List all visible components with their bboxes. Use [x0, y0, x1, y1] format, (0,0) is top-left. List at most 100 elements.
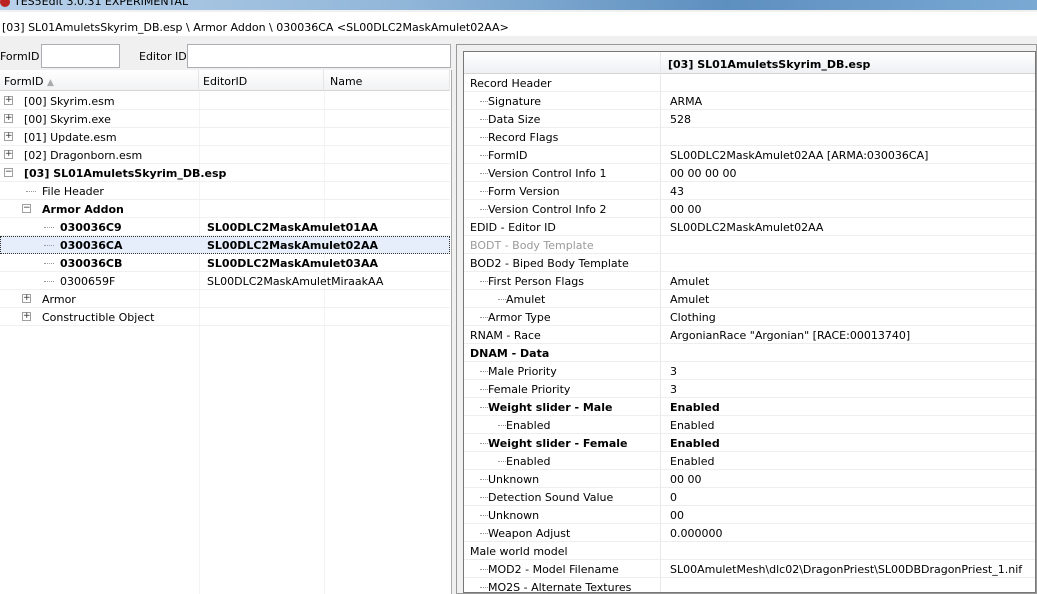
record-row[interactable]: Form Version 43: [464, 182, 1035, 200]
record-row[interactable]: Detection Sound Value 0: [464, 488, 1035, 506]
tree-line: [480, 569, 488, 570]
column-header-editorid[interactable]: EditorID: [199, 70, 324, 91]
record-field-name: Form Version: [488, 185, 560, 198]
record-row[interactable]: Weapon Adjust 0.000000: [464, 524, 1035, 542]
record-row[interactable]: Enabled Enabled: [464, 416, 1035, 434]
tree-line: [480, 389, 488, 390]
formid-filter-label: FormID: [0, 50, 40, 63]
expand-icon[interactable]: +: [4, 114, 13, 123]
collapse-icon[interactable]: −: [22, 204, 31, 213]
record-row[interactable]: Enabled Enabled: [464, 452, 1035, 470]
tree-row[interactable]: − Armor Addon: [0, 200, 450, 218]
tree-row-formid: [03] SL01AmuletsSkyrim_DB.esp: [24, 167, 227, 180]
record-row[interactable]: Record Flags: [464, 128, 1035, 146]
record-row[interactable]: Weight slider - Female Enabled: [464, 434, 1035, 452]
tree-row[interactable]: + [00] Skyrim.esm: [0, 92, 450, 110]
record-row[interactable]: RNAM - Race ArgonianRace "Argonian" [RACE…: [464, 326, 1035, 344]
tree-row[interactable]: 0300659F SL00DLC2MaskAmuletMiraakAA: [0, 272, 450, 290]
record-field-value[interactable]: 00 00: [670, 203, 702, 216]
record-field-value[interactable]: Clothing: [670, 311, 716, 324]
record-field-value[interactable]: ArgonianRace "Argonian" [RACE:00013740]: [670, 329, 910, 342]
expand-icon[interactable]: +: [22, 312, 31, 321]
expand-icon[interactable]: +: [4, 150, 13, 159]
record-field-name: First Person Flags: [488, 275, 584, 288]
column-header-name[interactable]: Name: [324, 70, 450, 91]
record-field-value[interactable]: 00 00 00 00: [670, 167, 736, 180]
tree-row[interactable]: + [02] Dragonborn.esm: [0, 146, 450, 164]
formid-filter-input[interactable]: [41, 44, 120, 68]
record-row[interactable]: Record Header: [464, 74, 1035, 92]
record-row[interactable]: FormID SL00DLC2MaskAmulet02AA [ARMA:03003…: [464, 146, 1035, 164]
tree-row[interactable]: + Constructible Object: [0, 308, 450, 326]
column-header-formid[interactable]: FormID ▲: [0, 70, 199, 91]
tree-line: [480, 281, 488, 282]
tree-row[interactable]: 030036C9 SL00DLC2MaskAmulet01AA: [0, 218, 450, 236]
record-view[interactable]: [03] SL01AmuletsSkyrim_DB.esp Record Hea…: [463, 51, 1036, 593]
record-row[interactable]: Version Control Info 2 00 00: [464, 200, 1035, 218]
tree-line: [480, 317, 488, 318]
expand-icon[interactable]: +: [4, 132, 13, 141]
record-field-name: Unknown: [488, 509, 540, 522]
record-field-value[interactable]: Enabled: [670, 455, 714, 468]
record-field-value[interactable]: Amulet: [670, 275, 709, 288]
tree-row[interactable]: File Header: [0, 182, 450, 200]
record-row[interactable]: Armor Type Clothing: [464, 308, 1035, 326]
record-field-name: MO2S - Alternate Textures: [488, 581, 632, 593]
record-field-value[interactable]: 3: [670, 383, 677, 396]
record-row[interactable]: BODT - Body Template: [464, 236, 1035, 254]
record-row[interactable]: BOD2 - Biped Body Template: [464, 254, 1035, 272]
tree-row[interactable]: + Armor: [0, 290, 450, 308]
record-row[interactable]: EDID - Editor ID SL00DLC2MaskAmulet02AA: [464, 218, 1035, 236]
expand-icon[interactable]: +: [22, 294, 31, 303]
tree-row[interactable]: 030036CB SL00DLC2MaskAmulet03AA: [0, 254, 450, 272]
editorid-filter-input[interactable]: [187, 44, 451, 68]
tree-row[interactable]: − [03] SL01AmuletsSkyrim_DB.esp: [0, 164, 450, 182]
record-row[interactable]: Unknown 00 00: [464, 470, 1035, 488]
record-row[interactable]: Male world model: [464, 542, 1035, 560]
tree-row[interactable]: 030036CA SL00DLC2MaskAmulet02AA: [0, 236, 450, 254]
navigation-tree[interactable]: FormID ▲ EditorID Name + [00] Skyrim.esm +…: [0, 70, 452, 594]
record-field-value[interactable]: 3: [670, 365, 677, 378]
record-field-value[interactable]: 0: [670, 491, 677, 504]
record-field-value[interactable]: Enabled: [670, 437, 720, 450]
record-row[interactable]: MOD2 - Model Filename SL00AmuletMesh\dlc0…: [464, 560, 1035, 578]
collapse-icon[interactable]: −: [4, 168, 13, 177]
tree-row-editorid: SL00DLC2MaskAmulet03AA: [207, 257, 378, 270]
tree-row[interactable]: + [00] Skyrim.exe: [0, 110, 450, 128]
record-row[interactable]: MO2S - Alternate Textures: [464, 578, 1035, 593]
record-row[interactable]: Female Priority 3: [464, 380, 1035, 398]
record-field-name: Male Priority: [488, 365, 557, 378]
record-field-value[interactable]: 0.000000: [670, 527, 723, 540]
record-field-value[interactable]: SL00AmuletMesh\dlc02\DragonPriest\SL00DB…: [670, 563, 1022, 576]
tree-row-formid: 030036CB: [60, 257, 123, 270]
tree-row-formid: [02] Dragonborn.esm: [24, 149, 143, 162]
record-field-value[interactable]: Enabled: [670, 419, 714, 432]
record-row[interactable]: First Person Flags Amulet: [464, 272, 1035, 290]
record-field-value[interactable]: ARMA: [670, 95, 702, 108]
record-row[interactable]: Signature ARMA: [464, 92, 1035, 110]
record-field-value[interactable]: SL00DLC2MaskAmulet02AA [ARMA:030036CA]: [670, 149, 928, 162]
expand-icon[interactable]: +: [4, 96, 13, 105]
record-field-value[interactable]: 528: [670, 113, 691, 126]
record-row[interactable]: Unknown 00: [464, 506, 1035, 524]
record-field-name: MOD2 - Model Filename: [488, 563, 619, 576]
record-row[interactable]: Amulet Amulet: [464, 290, 1035, 308]
tree-row[interactable]: + [01] Update.esm: [0, 128, 450, 146]
record-field-value[interactable]: 43: [670, 185, 684, 198]
record-field-value[interactable]: 00 00: [670, 473, 702, 486]
record-field-value[interactable]: Enabled: [670, 401, 720, 414]
record-field-value[interactable]: 00: [670, 509, 684, 522]
record-row[interactable]: Data Size 528: [464, 110, 1035, 128]
record-field-value[interactable]: SL00DLC2MaskAmulet02AA: [670, 221, 823, 234]
record-row[interactable]: Male Priority 3: [464, 362, 1035, 380]
record-field-value[interactable]: Amulet: [670, 293, 709, 306]
record-view-header: [03] SL01AmuletsSkyrim_DB.esp: [464, 52, 1035, 74]
tree-line: [498, 299, 506, 300]
tree-line: [480, 155, 488, 156]
tree-line: [480, 497, 488, 498]
record-row[interactable]: Weight slider - Male Enabled: [464, 398, 1035, 416]
record-row[interactable]: DNAM - Data: [464, 344, 1035, 362]
record-row[interactable]: Version Control Info 1 00 00 00 00: [464, 164, 1035, 182]
tree-line: [26, 191, 36, 192]
tree-line: [480, 137, 488, 138]
